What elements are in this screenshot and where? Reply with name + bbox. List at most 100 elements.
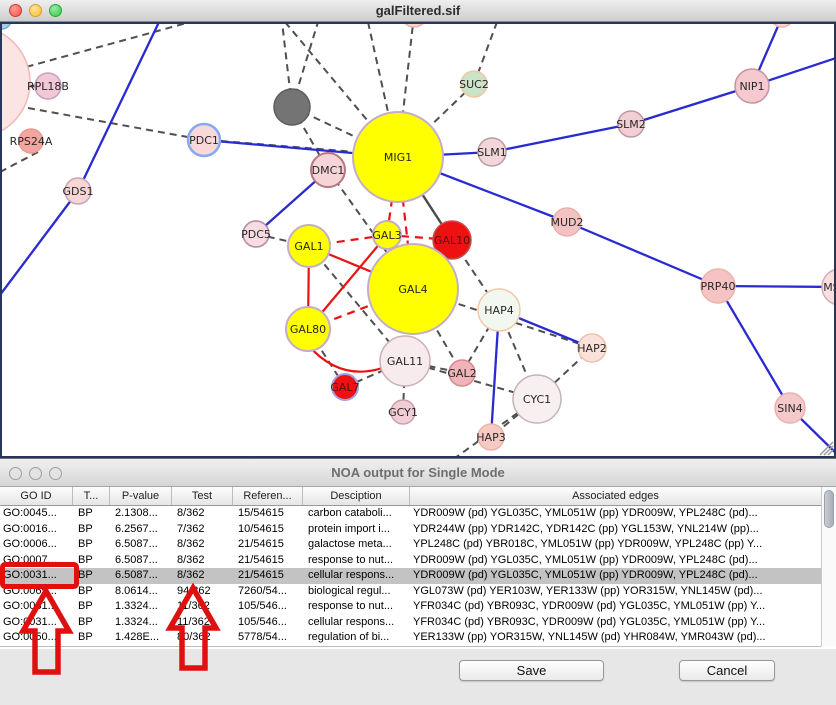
node-mud2[interactable]: MUD2: [550, 208, 583, 236]
save-button[interactable]: Save: [459, 660, 604, 681]
svg-text:SLM2: SLM2: [616, 118, 646, 131]
cancel-button[interactable]: Cancel: [679, 660, 775, 681]
svg-text:GAL10: GAL10: [434, 234, 470, 247]
svg-text:GAL7: GAL7: [330, 381, 359, 394]
svg-text:PDC1: PDC1: [189, 134, 219, 147]
table-cell: carbon cataboli...: [303, 506, 410, 522]
table-cell: 105/546...: [233, 599, 303, 615]
table-cell: response to nut...: [303, 553, 410, 569]
svg-text:SUC2: SUC2: [459, 78, 489, 91]
node-sin4[interactable]: SIN4: [775, 393, 805, 423]
svg-text:RPS24A: RPS24A: [10, 135, 53, 148]
node-unlabeled-top-right[interactable]: [770, 24, 794, 27]
node-gal3[interactable]: GAL3: [372, 221, 401, 249]
svg-text:MSL1: MSL1: [823, 281, 834, 294]
column-header-p-value[interactable]: P-value: [110, 487, 172, 505]
svg-text:RPL18B: RPL18B: [27, 80, 69, 93]
table-cell: 21/54615: [233, 537, 303, 553]
table-cell: 10/54615: [233, 522, 303, 538]
svg-text:GDS1: GDS1: [63, 185, 94, 198]
node-unlabeled-left[interactable]: [2, 26, 30, 138]
table-cell: BP: [73, 506, 110, 522]
table-header: GO ID T... P-value Test Referen... Desci…: [0, 487, 821, 506]
svg-text:DMC1: DMC1: [312, 164, 345, 177]
table-scrollbar-thumb[interactable]: [824, 490, 834, 528]
node-msl1[interactable]: MSL1: [822, 269, 834, 305]
node-unlabeled-gray[interactable]: [274, 89, 310, 125]
table-cell: YFR034C (pd) YBR093C, YDR009W (pd) YGL03…: [410, 615, 821, 631]
svg-text:MIG1: MIG1: [384, 151, 412, 164]
column-header-test[interactable]: Test: [172, 487, 233, 505]
table-scrollbar[interactable]: [821, 487, 836, 646]
svg-text:HAP3: HAP3: [476, 431, 505, 444]
node-dmc1[interactable]: DMC1: [311, 153, 345, 187]
node-gal1[interactable]: GAL1: [288, 225, 330, 267]
svg-text:MUD2: MUD2: [550, 216, 583, 229]
svg-text:PRP40: PRP40: [701, 280, 736, 293]
node-hap4[interactable]: HAP4: [478, 289, 520, 331]
svg-text:GCY1: GCY1: [388, 406, 418, 419]
table-cell: biological regul...: [303, 584, 410, 600]
column-header-reference[interactable]: Referen...: [233, 487, 303, 505]
table-cell: 105/546...: [233, 615, 303, 631]
svg-text:GAL2: GAL2: [447, 367, 476, 380]
svg-text:PDC5: PDC5: [241, 228, 271, 241]
table-row[interactable]: GO:0016...BP6.2567...7/36210/54615protei…: [0, 522, 821, 538]
table-cell: response to nut...: [303, 599, 410, 615]
edges: [2, 24, 834, 456]
table-row[interactable]: GO:0045...BP2.1308...8/36215/54615carbon…: [0, 506, 821, 522]
svg-text:GAL80: GAL80: [290, 323, 326, 336]
network-titlebar[interactable]: galFiltered.sif: [0, 0, 836, 22]
table-cell: 7260/54...: [233, 584, 303, 600]
node-rpl18b[interactable]: RPL18B: [27, 73, 69, 99]
table-cell: 2.1308...: [110, 506, 172, 522]
node-slm1[interactable]: SLM1: [477, 138, 507, 166]
node-slm2[interactable]: SLM2: [616, 111, 646, 137]
node-gal4[interactable]: GAL4: [368, 244, 458, 334]
node-gal7[interactable]: GAL7: [330, 374, 359, 400]
table-cell: 21/54615: [233, 553, 303, 569]
column-header-go-id[interactable]: GO ID: [0, 487, 73, 505]
table-cell: 21/54615: [233, 568, 303, 584]
node-gal80[interactable]: GAL80: [286, 307, 330, 351]
table-cell: 6.5087...: [110, 537, 172, 553]
table-cell: YFR034C (pd) YBR093C, YDR009W (pd) YGL03…: [410, 599, 821, 615]
node-cyc1[interactable]: CYC1: [513, 375, 561, 423]
table-cell: 7/362: [172, 522, 233, 538]
node-mig1[interactable]: MIG1: [353, 112, 443, 202]
node-hap2[interactable]: HAP2: [577, 334, 606, 362]
table-cell: 15/54615: [233, 506, 303, 522]
table-cell: BP: [73, 537, 110, 553]
noa-titlebar[interactable]: NOA output for Single Mode: [0, 459, 836, 487]
node-gds1[interactable]: GDS1: [63, 178, 94, 204]
svg-text:HAP4: HAP4: [484, 304, 513, 317]
node-pdc1[interactable]: PDC1: [188, 124, 220, 156]
column-header-type[interactable]: T...: [73, 487, 110, 505]
node-rps24a[interactable]: RPS24A: [10, 129, 53, 153]
column-header-desciption[interactable]: Desciption: [303, 487, 410, 505]
node-gal2[interactable]: GAL2: [447, 360, 476, 386]
node-gal11[interactable]: GAL11: [380, 336, 430, 386]
annotation-arrow-test: [170, 588, 216, 668]
table-cell: 6.2567...: [110, 522, 172, 538]
node-prp40[interactable]: PRP40: [701, 269, 736, 303]
node-nip1[interactable]: NIP1: [735, 69, 769, 103]
column-header-associated-edges[interactable]: Associated edges: [410, 487, 821, 505]
network-canvas[interactable]: RPL18B RPS24A GDS1 PDC1 DMC1: [0, 22, 836, 458]
node-hap3[interactable]: HAP3: [476, 424, 505, 450]
table-cell: cellular respons...: [303, 568, 410, 584]
node-gcy1[interactable]: GCY1: [388, 400, 418, 424]
table-cell: GO:0045...: [0, 506, 73, 522]
table-row[interactable]: GO:0006...BP6.5087...8/36221/54615galact…: [0, 537, 821, 553]
svg-text:GAL1: GAL1: [294, 240, 323, 253]
table-cell: YDR009W (pd) YGL035C, YML051W (pp) YDR00…: [410, 568, 821, 584]
node-unlabeled-topleft[interactable]: [2, 24, 11, 29]
svg-text:HAP2: HAP2: [577, 342, 606, 355]
network-window: galFiltered.sif: [0, 0, 836, 458]
table-cell: YDR009W (pd) YGL035C, YML051W (pp) YDR00…: [410, 506, 821, 522]
annotation-arrow-go-id: [23, 591, 69, 672]
svg-text:CYC1: CYC1: [523, 393, 551, 406]
table-cell: 5778/54...: [233, 630, 303, 646]
annotation-arrows: [0, 555, 240, 680]
node-unlabeled-top-center[interactable]: [401, 24, 427, 27]
